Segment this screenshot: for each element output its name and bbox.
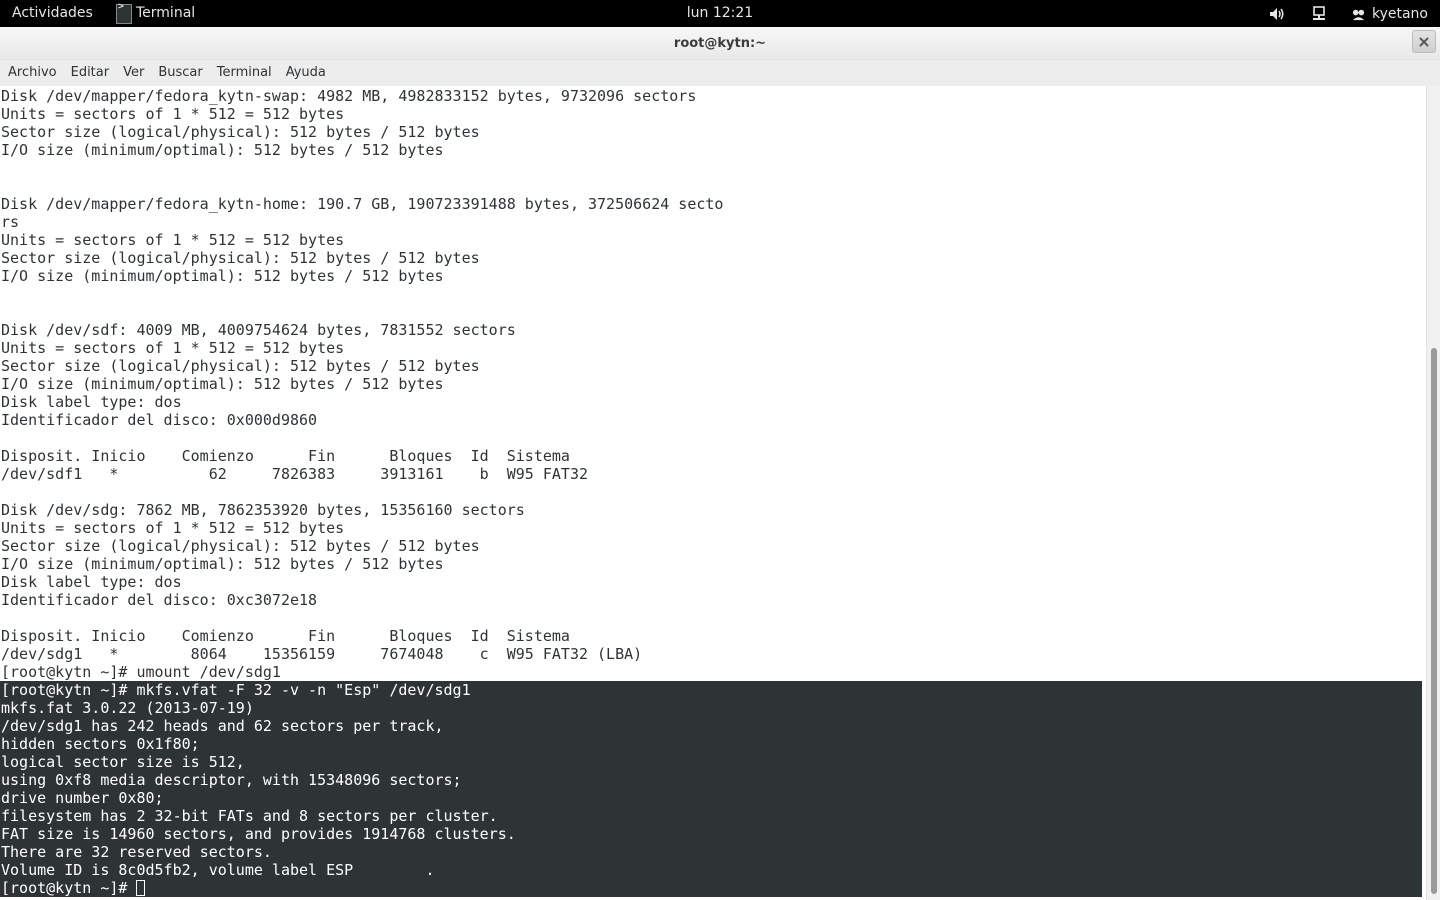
terminal-line: Disk label type: dos (1, 393, 182, 411)
terminal-lines: Disk /dev/mapper/fedora_kytn-swap: 4982 … (0, 87, 1422, 897)
terminal-line: I/O size (minimum/optimal): 512 bytes / … (1, 375, 444, 393)
selected-terminal-line: drive number 0x80; (0, 789, 1422, 807)
menu-ayuda[interactable]: Ayuda (286, 65, 326, 81)
terminal-line: [root@kytn ~]# umount /dev/sdg1 (1, 663, 281, 681)
text-cursor (136, 880, 146, 896)
terminal-line: Identificador del disco: 0x000d9860 (1, 411, 318, 429)
user-name: kyetano (1371, 5, 1428, 22)
terminal-line: Units = sectors of 1 * 512 = 512 bytes (1, 105, 345, 123)
selected-terminal-line: logical sector size is 512, (0, 753, 1422, 771)
terminal-line: Disposit. Inicio Comienzo Fin Bloques Id… (1, 627, 570, 645)
prompt-line[interactable]: [root@kytn ~]# (0, 879, 1422, 897)
shell-prompt: [root@kytn ~]# (1, 879, 137, 897)
selected-terminal-line: [root@kytn ~]# mkfs.vfat -F 32 -v -n "Es… (0, 681, 1422, 699)
terminal-line: Disposit. Inicio Comienzo Fin Bloques Id… (1, 447, 570, 465)
terminal-line: Sector size (logical/physical): 512 byte… (1, 123, 480, 141)
terminal-line: I/O size (minimum/optimal): 512 bytes / … (1, 267, 444, 285)
terminal-line: rs (1, 213, 20, 231)
selected-terminal-line: using 0xf8 media descriptor, with 153480… (0, 771, 1422, 789)
terminal-line: /dev/sdg1 * 8064 15356159 7674048 c W95 … (1, 645, 643, 663)
close-button[interactable] (1412, 30, 1436, 53)
menu-ver[interactable]: Ver (123, 65, 144, 81)
scrollbar-thumb[interactable] (1431, 348, 1437, 894)
close-icon (1419, 37, 1429, 46)
terminal-line: Sector size (logical/physical): 512 byte… (1, 537, 480, 555)
terminal-line: Units = sectors of 1 * 512 = 512 bytes (1, 339, 345, 357)
selected-terminal-line: mkfs.fat 3.0.22 (2013-07-19) (0, 699, 1422, 717)
terminal-line: Disk label type: dos (1, 573, 182, 591)
selected-terminal-line: There are 32 reserved sectors. (0, 843, 1422, 861)
user-icon (1350, 5, 1368, 23)
terminal-line: /dev/sdf1 * 62 7826383 3913161 b W95 FAT… (1, 465, 588, 483)
menu-editar[interactable]: Editar (71, 65, 110, 81)
top-bar: Actividades Terminal lun 12:21 (0, 0, 1440, 27)
selected-terminal-line: FAT size is 14960 sectors, and provides … (0, 825, 1422, 843)
terminal-line: Disk /dev/sdf: 4009 MB, 4009754624 bytes… (1, 321, 516, 339)
terminal-line: I/O size (minimum/optimal): 512 bytes / … (1, 141, 444, 159)
terminal-line: Sector size (logical/physical): 512 byte… (1, 249, 480, 267)
terminal-line: Units = sectors of 1 * 512 = 512 bytes (1, 231, 345, 249)
terminal-output[interactable]: Disk /dev/mapper/fedora_kytn-swap: 4982 … (0, 86, 1426, 900)
menu-archivo[interactable]: Archivo (8, 65, 57, 81)
terminal-line: Disk /dev/mapper/fedora_kytn-swap: 4982 … (1, 87, 697, 105)
terminal-line: Disk /dev/mapper/fedora_kytn-home: 190.7… (1, 195, 724, 213)
selected-terminal-line: Volume ID is 8c0d5fb2, volume label ESP … (0, 861, 1422, 879)
selected-terminal-line: /dev/sdg1 has 242 heads and 62 sectors p… (0, 717, 1422, 735)
terminal-line: Disk /dev/sdg: 7862 MB, 7862353920 bytes… (1, 501, 525, 519)
status-area[interactable]: kyetano (1268, 0, 1428, 27)
window-title: root@kytn:~ (673, 36, 767, 51)
window-titlebar[interactable]: root@kytn:~ (0, 27, 1440, 60)
wired-network-icon[interactable] (1310, 5, 1328, 23)
vertical-scrollbar[interactable] (1426, 86, 1440, 900)
menu-bar: Archivo Editar Ver Buscar Terminal Ayuda (0, 60, 1440, 86)
menu-buscar[interactable]: Buscar (158, 65, 202, 81)
terminal-line: Units = sectors of 1 * 512 = 512 bytes (1, 519, 345, 537)
speaker-icon[interactable] (1268, 5, 1286, 23)
clock[interactable]: lun 12:21 (0, 5, 1440, 22)
terminal-line: I/O size (minimum/optimal): 512 bytes / … (1, 555, 444, 573)
terminal-line: Identificador del disco: 0xc3072e18 (1, 591, 318, 609)
menu-terminal[interactable]: Terminal (217, 65, 272, 81)
selected-terminal-line: hidden sectors 0x1f80; (0, 735, 1422, 753)
selected-terminal-line: filesystem has 2 32-bit FATs and 8 secto… (0, 807, 1422, 825)
terminal-line: Sector size (logical/physical): 512 byte… (1, 357, 480, 375)
